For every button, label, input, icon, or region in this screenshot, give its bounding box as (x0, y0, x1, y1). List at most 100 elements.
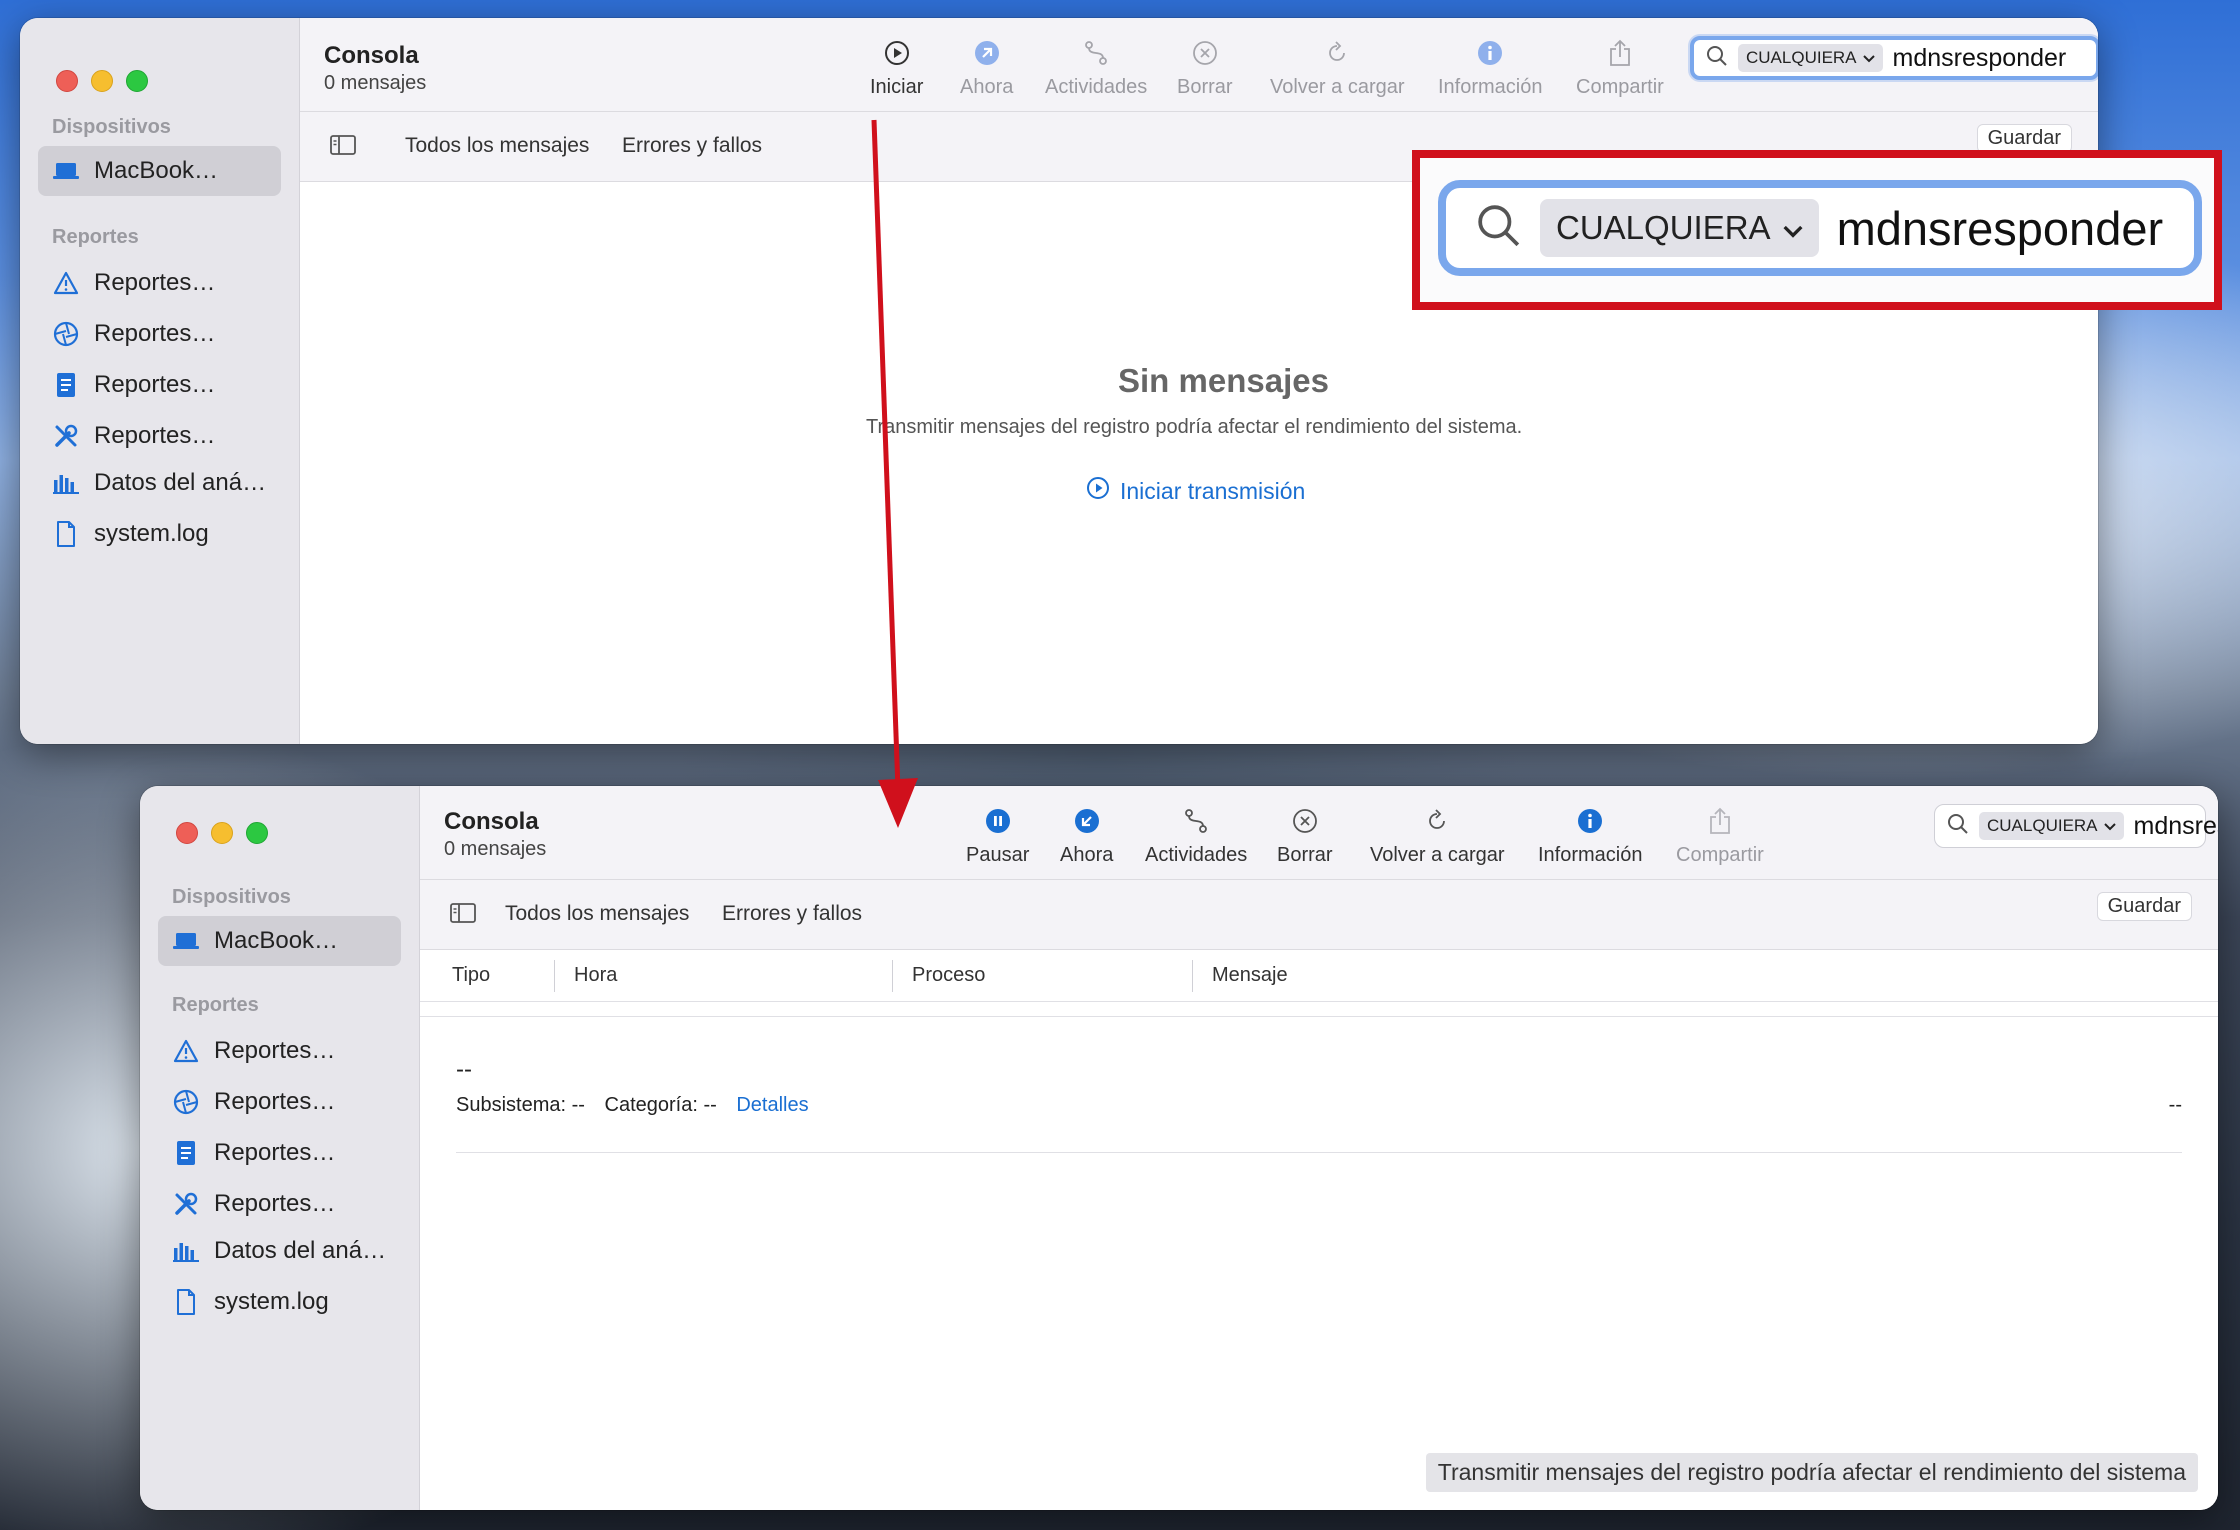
now-button[interactable]: Ahora (960, 38, 1013, 99)
devices-header: Dispositivos (172, 886, 291, 908)
zoomed-query: mdnsresponder (1836, 201, 2164, 255)
sidebar-item-label: Reportes… (214, 1088, 336, 1115)
detail-meta: Subsistema: -- Categoría: -- Detalles (456, 1094, 809, 1117)
reload-icon (1324, 38, 1350, 68)
minimize-button[interactable] (211, 822, 233, 844)
close-button[interactable] (56, 70, 78, 92)
minimize-button[interactable] (91, 70, 113, 92)
sidebar-item-label: MacBook… (94, 157, 219, 184)
info-button[interactable]: Información (1538, 806, 1643, 867)
info-label: Información (1438, 76, 1543, 98)
column-process[interactable]: Proceso (912, 964, 985, 987)
search-scope-label: CUALQUIERA (1746, 48, 1857, 67)
pause-icon (985, 806, 1011, 836)
message-count: 0 mensajes (324, 72, 427, 94)
play-icon (883, 38, 911, 68)
now-button[interactable]: Ahora (1060, 806, 1113, 867)
chevron-down-icon (1862, 48, 1875, 68)
zoomed-search-field: CUALQUIERA mdnsresponder (1438, 180, 2202, 276)
activities-button[interactable]: Actividades (1045, 38, 1147, 99)
start-label: Iniciar (870, 76, 924, 98)
details-link[interactable]: Detalles (736, 1094, 808, 1116)
clear-button[interactable]: Borrar (1277, 806, 1333, 867)
clear-button[interactable]: Borrar (1177, 38, 1233, 99)
start-streaming-link[interactable]: Iniciar transmisión (1086, 476, 1305, 506)
sidebar: Dispositivos MacBook… Reportes Reportes…… (20, 18, 300, 744)
tab-errors-faults[interactable]: Errores y fallos (722, 902, 862, 926)
column-header: Tipo Hora Proceso Mensaje (420, 950, 2218, 1002)
clear-icon (1291, 806, 1319, 836)
play-circle-icon (1086, 476, 1110, 506)
sidebar-item-reports-log[interactable]: Reportes… (38, 360, 281, 410)
share-icon (1708, 806, 1732, 836)
clear-label: Borrar (1277, 844, 1333, 866)
sidebar-item-reports-crash[interactable]: Reportes… (158, 1026, 401, 1076)
empty-title: Sin mensajes (1118, 362, 1329, 399)
sidebar-item-analytics[interactable]: Datos del aná… (158, 1226, 401, 1276)
sidebar-item-macbook[interactable]: MacBook… (38, 146, 281, 196)
sidebar-toggle-icon[interactable] (330, 134, 356, 162)
bar-chart-icon (172, 1237, 200, 1265)
console-window-top: Dispositivos MacBook… Reportes Reportes…… (20, 18, 2098, 744)
info-icon (1477, 38, 1503, 68)
share-button[interactable]: Compartir (1676, 806, 1764, 867)
save-button[interactable]: Guardar (2096, 892, 2192, 921)
reload-button[interactable]: Volver a cargar (1370, 806, 1505, 867)
search-icon (1476, 203, 1522, 254)
share-button[interactable]: Compartir (1576, 38, 1664, 99)
start-button[interactable]: Iniciar (870, 38, 923, 99)
close-button[interactable] (176, 822, 198, 844)
devices-header: Dispositivos (52, 116, 171, 138)
sidebar-item-label: system.log (94, 520, 209, 547)
search-field[interactable]: CUALQUIERA mdnsresponder (1934, 804, 2218, 848)
toolbar: Consola 0 mensajes Pausar Ahora Activida… (420, 786, 2218, 880)
sidebar-toggle-icon[interactable] (450, 902, 476, 930)
column-message[interactable]: Mensaje (1212, 964, 1288, 987)
sidebar-item-reports-tools[interactable]: Reportes… (158, 1179, 401, 1229)
search-query[interactable]: mdnsresponder (1893, 44, 2067, 73)
column-separator[interactable] (892, 960, 893, 992)
document-icon (52, 371, 80, 399)
search-scope-dropdown[interactable]: CUALQUIERA (1738, 44, 1883, 72)
toolbar: Consola 0 mensajes Iniciar Ahora Activid… (300, 18, 2098, 112)
empty-message: Transmitir mensajes del registro podría … (866, 416, 1523, 438)
search-query[interactable]: mdnsresponder (2134, 812, 2218, 841)
sidebar-item-reports-log[interactable]: Reportes… (158, 1128, 401, 1178)
tab-all-messages[interactable]: Todos los mensajes (505, 902, 689, 926)
sidebar-item-label: MacBook… (214, 927, 339, 954)
sidebar-item-macbook[interactable]: MacBook… (158, 916, 401, 966)
tools-icon (172, 1190, 200, 1218)
info-label: Información (1538, 844, 1643, 866)
save-button[interactable]: Guardar (1976, 124, 2072, 153)
tab-all-messages[interactable]: Todos los mensajes (405, 134, 589, 158)
activities-icon (1084, 38, 1108, 68)
info-button[interactable]: Información (1438, 38, 1543, 99)
sidebar-item-reports-crash[interactable]: Reportes… (38, 258, 281, 308)
sidebar-item-label: Reportes… (94, 269, 216, 296)
reload-button[interactable]: Volver a cargar (1270, 38, 1405, 99)
sidebar-item-reports-spin[interactable]: Reportes… (38, 309, 281, 359)
activities-button[interactable]: Actividades (1145, 806, 1247, 867)
zoom-button[interactable] (126, 70, 148, 92)
file-icon (172, 1288, 200, 1316)
search-field[interactable]: CUALQUIERA mdnsresponder (1690, 36, 2098, 80)
sidebar-item-reports-tools[interactable]: Reportes… (38, 411, 281, 461)
column-separator[interactable] (1192, 960, 1193, 992)
column-type[interactable]: Tipo (452, 964, 490, 987)
category-value: -- (703, 1094, 717, 1116)
file-icon (52, 520, 80, 548)
aperture-icon (52, 320, 80, 348)
column-separator[interactable] (554, 960, 555, 992)
sidebar-item-reports-spin[interactable]: Reportes… (158, 1077, 401, 1127)
zoom-button[interactable] (246, 822, 268, 844)
sidebar-item-system-log[interactable]: system.log (158, 1277, 401, 1327)
share-icon (1608, 38, 1632, 68)
sidebar-item-system-log[interactable]: system.log (38, 509, 281, 559)
pause-button[interactable]: Pausar (966, 806, 1029, 867)
column-time[interactable]: Hora (574, 964, 617, 987)
sidebar-item-label: Reportes… (214, 1037, 336, 1064)
tab-errors-faults[interactable]: Errores y fallos (622, 134, 762, 158)
now-label: Ahora (960, 76, 1014, 98)
search-scope-dropdown[interactable]: CUALQUIERA (1979, 812, 2124, 840)
sidebar-item-analytics[interactable]: Datos del aná… (38, 458, 281, 508)
